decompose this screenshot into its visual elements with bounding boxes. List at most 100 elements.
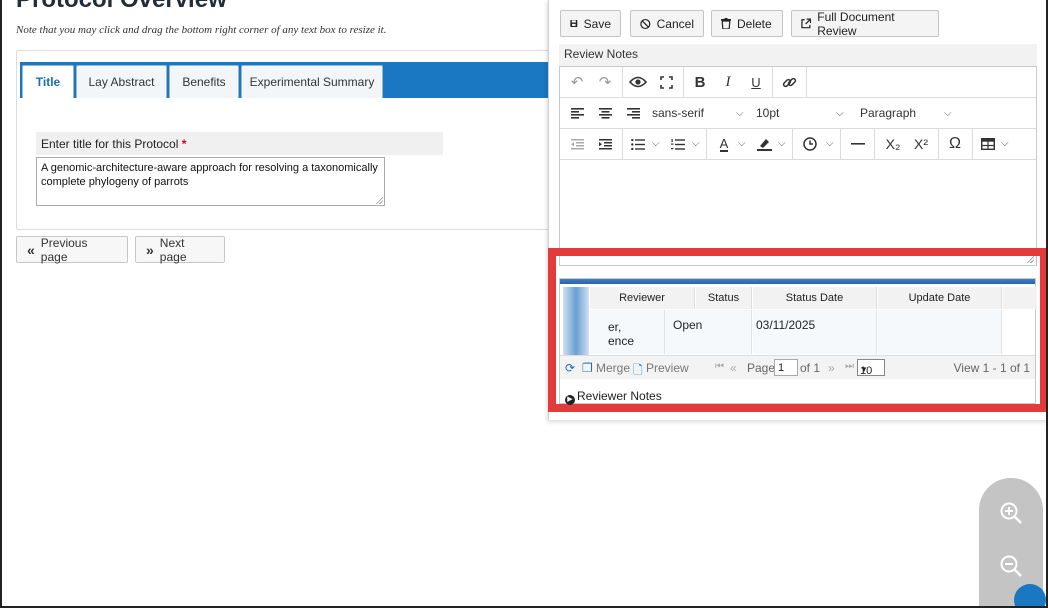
merge-link[interactable]: Merge [596, 361, 630, 375]
chevron-down-icon[interactable]: ⌵ [652, 138, 660, 149]
previous-page-label: Previous page [40, 235, 88, 264]
indent-icon[interactable] [592, 129, 618, 159]
chevron-down-icon[interactable]: ⌵ [738, 138, 746, 149]
italic-icon[interactable]: I [715, 67, 741, 97]
required-mark: * [181, 137, 187, 151]
trash-icon [721, 18, 731, 29]
toolbar-divider [772, 67, 773, 97]
underline-icon[interactable]: U [743, 67, 769, 97]
next-page-icon[interactable]: » [828, 361, 835, 375]
tab-benefits[interactable]: Benefits [169, 65, 239, 98]
review-notes-editor[interactable]: ↶ ↷ B I U sans-serif ⌵ 10pt ⌵ Paragraph … [559, 66, 1037, 266]
toolbar-divider [683, 67, 684, 97]
page-title: Protocol Overview [16, 0, 227, 14]
resize-handle[interactable] [375, 196, 383, 204]
full-document-review-button[interactable]: Full Document Review [791, 10, 939, 38]
reviewer-notes-label: Reviewer Notes [577, 389, 662, 403]
link-icon[interactable] [776, 67, 802, 97]
column-header-status-date[interactable]: Status Date [753, 287, 877, 309]
tab-lay-abstract[interactable]: Lay Abstract [76, 65, 167, 98]
page-label: Page [747, 361, 776, 375]
last-page-icon[interactable]: ⏭ [845, 361, 854, 372]
chevron-down-icon[interactable]: ⌵ [826, 138, 834, 149]
highlight-color-icon[interactable] [752, 129, 776, 159]
chevron-down-icon: ▼ [860, 365, 868, 374]
title-field-label: Enter title for this Protocol * [36, 132, 443, 155]
rows-per-page-select[interactable]: 10 ▼ [857, 359, 885, 377]
font-family-value: sans-serif [652, 106, 705, 120]
cell-reviewer: er, ence [590, 310, 665, 354]
help-button[interactable] [1014, 584, 1046, 606]
column-header-update-date[interactable]: Update Date [878, 287, 1002, 309]
fullscreen-icon[interactable] [653, 67, 679, 97]
chevron-down-icon[interactable]: ⌵ [1001, 138, 1009, 149]
toolbar-divider [938, 129, 939, 159]
zoom-out-icon[interactable] [993, 548, 1029, 584]
chevron-down-icon[interactable]: ⌵ [778, 138, 786, 149]
page-number-input[interactable] [774, 359, 798, 376]
title-label-text: Enter title for this Protocol [41, 137, 179, 151]
chevron-down-icon[interactable]: ⌵ [692, 138, 700, 149]
chevron-down-icon: ⌵ [736, 107, 744, 119]
toolbar-divider [806, 67, 807, 97]
undo-icon[interactable]: ↶ [564, 67, 590, 97]
column-header-status[interactable]: Status [696, 287, 752, 309]
preview-doc-icon[interactable]: 🗋 [633, 361, 643, 382]
reviewer-line-1: er, [608, 320, 622, 334]
subscript-icon[interactable]: X₂ [880, 129, 906, 159]
bold-icon[interactable]: B [687, 67, 713, 97]
delete-label: Delete [737, 16, 772, 31]
review-notes-title: Review Notes [559, 44, 1037, 66]
tab-title[interactable]: Title [22, 65, 74, 98]
special-character-icon[interactable]: Ω [942, 129, 968, 159]
toolbar-divider [972, 129, 973, 159]
align-center-icon[interactable] [592, 98, 618, 128]
table-icon[interactable] [978, 129, 998, 159]
block-format-value: Paragraph [860, 106, 917, 120]
prev-page-icon[interactable]: « [730, 361, 737, 375]
toolbar-divider [840, 129, 841, 159]
next-page-button[interactable]: » Next page [135, 236, 225, 264]
column-header-reviewer[interactable]: Reviewer [590, 287, 695, 309]
text-color-icon[interactable]: A [712, 129, 736, 159]
reviewer-line-2: ence [608, 334, 635, 348]
previous-page-button[interactable]: « Previous page [16, 235, 128, 264]
align-left-icon[interactable] [564, 98, 590, 128]
font-size-select[interactable]: 10pt ⌵ [756, 98, 852, 128]
outdent-icon[interactable] [564, 129, 590, 159]
column-header-blank [1003, 287, 1037, 309]
tab-experimental-summary[interactable]: Experimental Summary [241, 65, 383, 98]
row-selection-indicator[interactable] [563, 287, 589, 355]
refresh-icon[interactable]: ⟳ [565, 361, 575, 375]
merge-icon[interactable]: ❐ [582, 361, 593, 375]
cell-status-date: 03/11/2025 [753, 310, 877, 354]
bullet-list-icon[interactable] [628, 129, 648, 159]
redo-icon[interactable]: ↷ [592, 67, 618, 97]
resize-note: Note that you may click and drag the bot… [16, 24, 387, 36]
align-right-icon[interactable] [620, 98, 646, 128]
horizontal-rule-icon[interactable] [846, 129, 870, 159]
preview-link[interactable]: Preview [646, 361, 689, 375]
zoom-in-icon[interactable] [993, 495, 1029, 531]
editor-toolbar-row-2: sans-serif ⌵ 10pt ⌵ Paragraph ⌵ [560, 98, 1036, 129]
title-textarea[interactable]: A genomic-architecture-aware approach fo… [36, 157, 385, 206]
first-page-icon[interactable]: ⏮ [715, 361, 724, 372]
cancel-button[interactable]: Cancel [630, 10, 704, 37]
superscript-icon[interactable]: X² [908, 129, 934, 159]
numbered-list-icon[interactable] [668, 129, 688, 159]
double-chevron-right-icon: » [146, 241, 154, 258]
cell-status: Open [665, 310, 752, 354]
expand-circle-icon: ▶ [565, 395, 575, 405]
block-format-select[interactable]: Paragraph ⌵ [860, 98, 960, 128]
clock-icon[interactable] [798, 129, 822, 159]
preview-eye-icon[interactable] [625, 67, 651, 97]
font-family-select[interactable]: sans-serif ⌵ [652, 98, 748, 128]
title-textarea-value: A genomic-architecture-aware approach fo… [41, 162, 378, 188]
floppy-icon [570, 20, 578, 27]
save-button[interactable]: Save [560, 10, 621, 37]
app-frame: Protocol Overview Note that you may clic… [0, 0, 1048, 608]
chevron-down-icon: ⌵ [836, 107, 844, 119]
reviewer-notes-toggle[interactable]: ▶ Reviewer Notes [560, 380, 1035, 405]
toolbar-divider [792, 129, 793, 159]
delete-button[interactable]: Delete [711, 10, 783, 37]
